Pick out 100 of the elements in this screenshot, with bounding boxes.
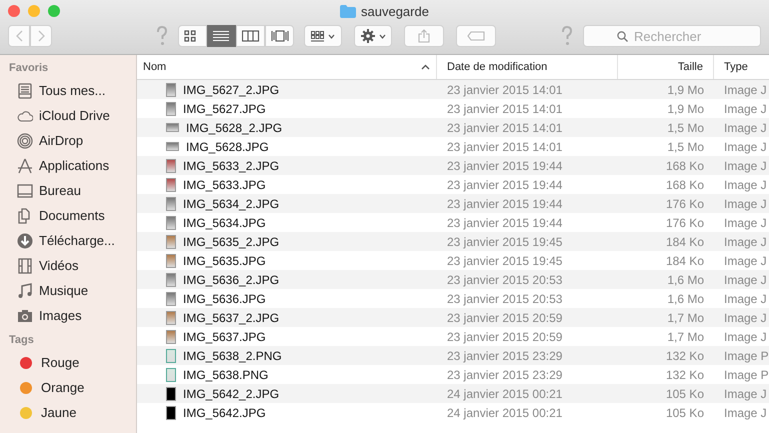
- folder-icon: [340, 4, 356, 18]
- sidebar-item[interactable]: Rouge: [41, 355, 80, 370]
- forward-button[interactable]: [30, 25, 52, 47]
- image-thumbnail: [166, 234, 176, 248]
- search-icon: [617, 31, 628, 42]
- chevron-left-icon: [16, 30, 22, 42]
- file-name: IMG_5633.JPG: [183, 178, 266, 192]
- file-name: IMG_5633_2.JPG: [183, 158, 280, 172]
- sidebar-item[interactable]: Musique: [39, 283, 88, 298]
- image-thumbnail: [166, 196, 176, 210]
- sidebar-item[interactable]: Tous mes...: [39, 83, 106, 98]
- sidebar-item[interactable]: Documents: [39, 208, 105, 223]
- question-mark-icon: [561, 26, 573, 46]
- file-name: IMG_5637_2.JPG: [183, 310, 280, 324]
- chevron-right-icon: [38, 30, 44, 42]
- columns-icon: [242, 30, 260, 42]
- share-icon: [418, 29, 430, 43]
- file-type: Image J: [723, 310, 768, 324]
- modified-date: 23 janvier 2015 19:44: [446, 158, 564, 172]
- file-size: 168 Ko: [664, 178, 705, 192]
- gear-icon: [360, 29, 374, 43]
- action-button[interactable]: [354, 25, 392, 47]
- image-thumbnail: [166, 158, 176, 172]
- file-size: 132 Ko: [664, 368, 705, 382]
- modified-date: 23 janvier 2015 20:53: [446, 292, 564, 306]
- file-type: Image J: [723, 158, 768, 172]
- column-header[interactable]: Type: [714, 55, 769, 79]
- modified-date: 23 janvier 2015 20:53: [446, 272, 564, 286]
- sidebar-item[interactable]: Orange: [41, 380, 84, 395]
- file-size: 1,5 Mo: [666, 120, 705, 134]
- sidebar-heading: Tags: [8, 334, 35, 348]
- music-note-icon: [17, 282, 33, 298]
- file-size: 1,6 Mo: [666, 272, 705, 286]
- file-name: IMG_5634.JPG: [183, 216, 266, 230]
- image-thumbnail: [166, 123, 179, 132]
- sidebar-item[interactable]: AirDrop: [39, 133, 84, 148]
- desktop-icon: [17, 182, 33, 198]
- arrange-button[interactable]: [304, 25, 342, 47]
- close-button[interactable]: [8, 5, 20, 17]
- file-size: 1,9 Mo: [666, 82, 705, 96]
- file-type: Image J: [723, 272, 768, 286]
- modified-date: 23 janvier 2015 14:01: [446, 140, 564, 154]
- image-thumbnail: [166, 272, 176, 286]
- sidebar-item[interactable]: Jaune: [41, 405, 76, 420]
- image-thumbnail: [166, 178, 176, 192]
- tag-button[interactable]: [456, 25, 496, 47]
- file-type: Image J: [723, 196, 768, 210]
- column-header[interactable]: Date de modification: [437, 55, 618, 79]
- zoom-button[interactable]: [48, 5, 60, 17]
- file-type: Image J: [723, 254, 768, 268]
- window-title: sauvegarde: [361, 4, 429, 18]
- modified-date: 23 janvier 2015 14:01: [446, 82, 564, 96]
- file-name: IMG_5638.PNG: [183, 368, 268, 382]
- sidebar-item[interactable]: Bureau: [39, 183, 81, 198]
- column-header[interactable]: Nom: [137, 55, 437, 79]
- pencil-compass-icon: [17, 158, 33, 174]
- file-size: 132 Ko: [664, 348, 705, 362]
- image-thumbnail: [166, 102, 176, 116]
- back-button[interactable]: [8, 25, 30, 47]
- film-strip-icon: [17, 258, 33, 274]
- sidebar-item[interactable]: Vidéos: [39, 258, 79, 273]
- file-size: 168 Ko: [664, 158, 705, 172]
- caret-icon: [328, 34, 335, 38]
- modified-date: 23 janvier 2015 19:44: [446, 178, 564, 192]
- image-thumbnail: [166, 348, 176, 362]
- file-type: Image J: [723, 292, 768, 306]
- minimize-button[interactable]: [28, 5, 40, 17]
- file-size: 184 Ko: [664, 234, 705, 248]
- file-name: IMG_5642.JPG: [183, 406, 266, 420]
- sidebar-item[interactable]: iCloud Drive: [39, 108, 110, 123]
- file-type: Image J: [723, 386, 768, 400]
- modified-date: 23 janvier 2015 20:59: [446, 330, 564, 344]
- file-type: Image J: [723, 82, 768, 96]
- search-field[interactable]: Rechercher: [583, 25, 761, 47]
- file-name: IMG_5635_2.JPG: [183, 234, 280, 248]
- image-thumbnail: [166, 386, 176, 400]
- airdrop-icon: [17, 132, 33, 148]
- sidebar-item[interactable]: Télécharge...: [39, 233, 115, 248]
- view-mode-tab[interactable]: [207, 25, 236, 47]
- sidebar-item[interactable]: Applications: [39, 158, 110, 173]
- grid-icon: [311, 30, 324, 42]
- image-thumbnail: [166, 406, 176, 420]
- question-mark-icon: [156, 26, 168, 46]
- column-header[interactable]: Taille: [618, 55, 714, 79]
- download-icon: [17, 232, 33, 248]
- share-button[interactable]: [404, 25, 444, 47]
- image-thumbnail: [166, 82, 176, 96]
- image-thumbnail: [166, 292, 176, 306]
- file-name: IMG_5628_2.JPG: [186, 120, 282, 134]
- file-name: IMG_5636_2.JPG: [183, 272, 280, 286]
- file-size: 1,7 Mo: [666, 330, 705, 344]
- tag-icon: [467, 31, 485, 41]
- file-name: IMG_5637.JPG: [183, 330, 266, 344]
- image-thumbnail: [166, 254, 176, 268]
- sidebar-item[interactable]: Images: [39, 308, 82, 323]
- file-type: Image P: [723, 348, 769, 362]
- file-size: 176 Ko: [664, 216, 705, 230]
- modified-date: 23 janvier 2015 19:45: [446, 254, 564, 268]
- file-type: Image J: [723, 216, 768, 230]
- file-type: Image J: [723, 406, 768, 420]
